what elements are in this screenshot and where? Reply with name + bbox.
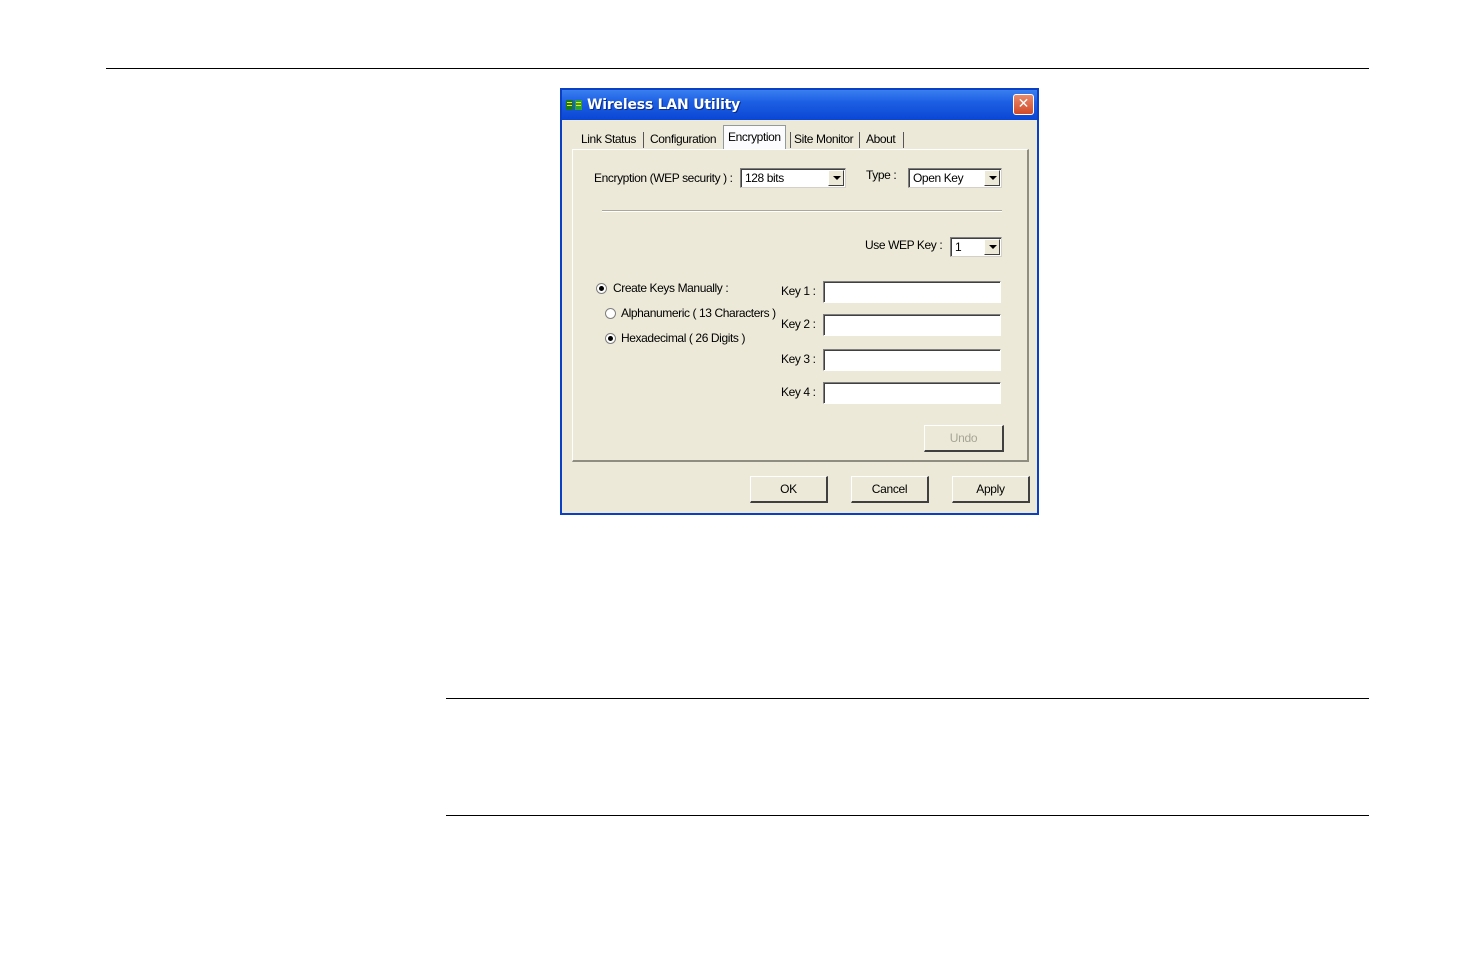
tab-divider (790, 132, 791, 148)
tab-divider (859, 132, 860, 148)
key-2-input[interactable] (823, 314, 1001, 336)
page-rule-bottom (446, 815, 1369, 816)
network-adapter-icon (566, 100, 582, 110)
encryption-label: Encryption (WEP security ) : (594, 171, 733, 185)
key-3-input[interactable] (823, 349, 1001, 371)
chevron-down-icon[interactable] (828, 170, 844, 186)
encryption-panel: Encryption (WEP security ) : 128 bits Ty… (572, 149, 1029, 462)
key-4-label: Key 4 : (781, 385, 816, 399)
chevron-down-icon[interactable] (984, 170, 1000, 186)
use-wep-key-value: 1 (955, 240, 962, 254)
section-divider (602, 210, 1002, 212)
use-wep-key-select[interactable]: 1 (950, 237, 1002, 257)
type-label: Type : (866, 168, 897, 182)
key-1-input[interactable] (823, 281, 1001, 303)
use-wep-key-label: Use WEP Key : (865, 238, 943, 252)
page-top-rule (106, 68, 1369, 69)
cancel-button[interactable]: Cancel (851, 476, 929, 503)
ok-button[interactable]: OK (750, 476, 828, 503)
create-keys-manually-radio[interactable] (596, 283, 607, 294)
encryption-bits-value: 128 bits (745, 171, 784, 185)
key-4-input[interactable] (823, 382, 1001, 404)
chevron-down-icon[interactable] (984, 239, 1000, 255)
hexadecimal-radio[interactable] (605, 333, 616, 344)
tab-about[interactable]: About (866, 128, 896, 149)
title-bar[interactable]: Wireless LAN Utility ✕ (562, 90, 1037, 120)
key-2-label: Key 2 : (781, 317, 816, 331)
alphanumeric-label: Alphanumeric ( 13 Characters ) (621, 306, 776, 320)
undo-button[interactable]: Undo (924, 425, 1004, 452)
tab-site-monitor[interactable]: Site Monitor (794, 128, 854, 149)
tab-encryption[interactable]: Encryption (723, 125, 786, 150)
window-title: Wireless LAN Utility (587, 97, 741, 113)
encryption-bits-select[interactable]: 128 bits (740, 168, 846, 188)
tab-link-status[interactable]: Link Status (581, 128, 636, 149)
hexadecimal-label: Hexadecimal ( 26 Digits ) (621, 331, 746, 345)
wireless-lan-utility-window: Wireless LAN Utility ✕ Link Status Confi… (560, 88, 1039, 515)
apply-button[interactable]: Apply (952, 476, 1030, 503)
tab-divider (643, 132, 644, 148)
create-keys-manually-label: Create Keys Manually : (613, 281, 729, 295)
tab-configuration[interactable]: Configuration (650, 128, 717, 149)
alphanumeric-radio[interactable] (605, 308, 616, 319)
key-type-value: Open Key (913, 171, 964, 185)
page-rule-middle (446, 698, 1369, 699)
key-3-label: Key 3 : (781, 352, 816, 366)
tab-divider (903, 132, 904, 148)
close-icon: ✕ (1017, 96, 1030, 112)
close-button[interactable]: ✕ (1013, 94, 1034, 115)
key-1-label: Key 1 : (781, 284, 816, 298)
key-type-select[interactable]: Open Key (908, 168, 1002, 188)
